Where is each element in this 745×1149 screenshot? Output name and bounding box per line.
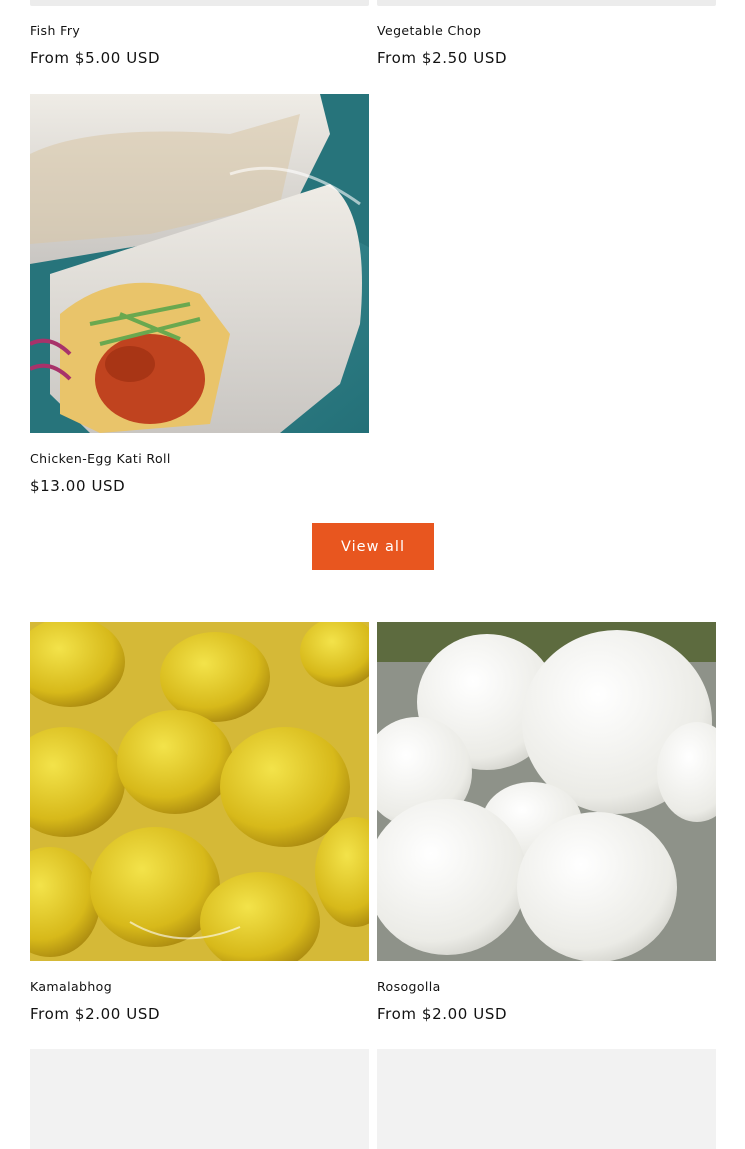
product-title[interactable]: Vegetable Chop xyxy=(377,22,716,40)
product-price: From $2.00 USD xyxy=(30,1005,161,1023)
product-grid-row-2: Chicken-Egg Kati Roll $13.00 USD xyxy=(30,94,716,495)
rosogolla-image[interactable] xyxy=(377,622,716,961)
kati-roll-image[interactable] xyxy=(30,94,369,433)
product-price: From $2.00 USD xyxy=(377,1005,508,1023)
product-card-rosogolla[interactable]: Rosogolla From $2.00 USD xyxy=(377,622,716,1023)
product-image-placeholder[interactable] xyxy=(377,1049,716,1149)
product-card-fish-fry-info[interactable]: Fish Fry From $5.00 USD xyxy=(30,5,369,67)
product-price: $13.00 USD xyxy=(30,477,126,495)
product-grid-sweets: Kamalabhog From $2.00 USD Rosogolla From… xyxy=(30,622,716,1023)
product-grid-next-row xyxy=(30,1049,716,1149)
product-title[interactable]: Kamalabhog xyxy=(30,978,369,996)
product-card-kamalabhog[interactable]: Kamalabhog From $2.00 USD xyxy=(30,622,369,1023)
product-price: From $5.00 USD xyxy=(30,49,161,67)
product-price: From $2.50 USD xyxy=(377,49,508,67)
product-card-kati-roll[interactable]: Chicken-Egg Kati Roll $13.00 USD xyxy=(30,94,369,495)
product-card-vegetable-chop-info[interactable]: Vegetable Chop From $2.50 USD xyxy=(377,5,716,67)
product-title[interactable]: Fish Fry xyxy=(30,22,369,40)
product-image-placeholder[interactable] xyxy=(30,1049,369,1149)
product-title[interactable]: Rosogolla xyxy=(377,978,716,996)
product-title[interactable]: Chicken-Egg Kati Roll xyxy=(30,450,369,468)
view-all-button[interactable]: View all xyxy=(312,523,434,570)
product-grid-row-1-info: Fish Fry From $5.00 USD Vegetable Chop F… xyxy=(30,5,716,67)
kamalabhog-image[interactable] xyxy=(30,622,369,961)
